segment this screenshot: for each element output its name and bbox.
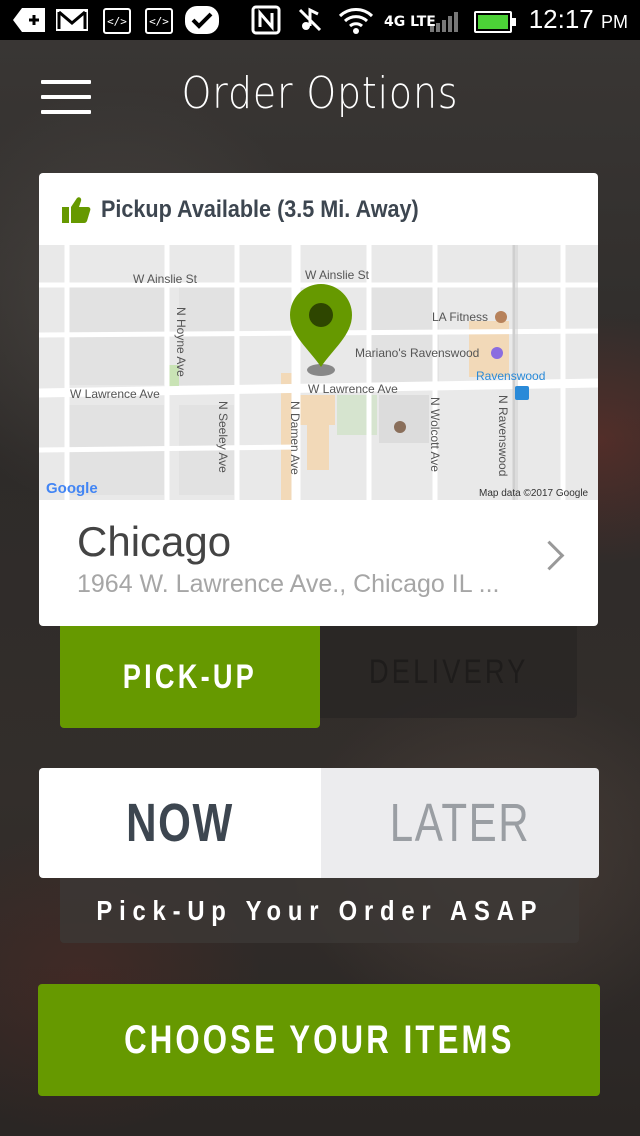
map-label-street: N Damen Ave [288, 401, 302, 475]
delivery-button[interactable]: DELIVERY [320, 626, 577, 718]
store-address[interactable]: 1964 W. Lawrence Ave., Chicago IL ... [77, 570, 499, 599]
battery-icon [474, 11, 516, 33]
timing-hint-text: Pick-Up Your Order ASAP [96, 894, 543, 926]
page-title: Order Options [181, 68, 459, 119]
clock-time: 12:17 [528, 4, 594, 34]
check-circle-icon [184, 6, 220, 34]
code-icon: </> [145, 8, 173, 34]
code-icon: </> [103, 8, 131, 34]
later-button[interactable]: LATER [321, 768, 599, 878]
pickup-label: PICK-UP [122, 657, 258, 696]
map-label-place: Mariano's Ravenswood [355, 346, 479, 360]
store-city[interactable]: Chicago [77, 518, 231, 566]
availability-text: Pickup Available (3.5 Mi. Away) [101, 196, 419, 223]
delivery-label: DELIVERY [368, 652, 529, 691]
availability-row: Pickup Available (3.5 Mi. Away) [61, 195, 454, 225]
map-label-street: N Hoyne Ave [174, 307, 188, 377]
map-label-street: W Ainslie St [133, 272, 198, 286]
google-logo: Google [46, 480, 98, 497]
map-label-street: N Seeley Ave [216, 401, 230, 473]
mute-icon [296, 6, 324, 34]
clock-ampm: PM [601, 12, 628, 32]
map-label-street: W Ainslie St [305, 268, 370, 282]
timing-hint: Pick-Up Your Order ASAP [60, 878, 579, 943]
map-label-street: W Lawrence Ave [70, 387, 160, 401]
thumbs-up-icon [62, 197, 91, 223]
nfc-icon [251, 5, 281, 35]
map-label-street: N Ravenswood [496, 395, 510, 476]
map-label-place: LA Fitness [432, 310, 488, 324]
map-label-street: N Wolcott Ave [428, 397, 442, 472]
later-label: LATER [389, 793, 531, 853]
now-button[interactable]: NOW [39, 768, 321, 878]
add-notification-icon [12, 6, 46, 34]
location-card: Pickup Available (3.5 Mi. Away) W Ainsli… [39, 173, 598, 626]
map-label-street: W Lawrence Ave [308, 382, 398, 396]
transit-icon [515, 386, 529, 400]
pickup-button[interactable]: PICK-UP [60, 626, 320, 728]
network-type-label: 4G LTE [384, 14, 436, 30]
choose-items-button[interactable]: CHOOSE YOUR ITEMS [38, 984, 600, 1096]
map-attribution: Map data ©2017 Google [479, 488, 589, 499]
clock: 12:17 PM [529, 4, 628, 35]
wifi-icon [338, 6, 374, 34]
location-map[interactable]: W Ainslie St W Ainslie St W Lawrence Ave… [39, 245, 598, 500]
now-label: NOW [126, 793, 234, 853]
chevron-right-icon[interactable] [534, 540, 565, 571]
timing-toggle: NOW LATER [39, 768, 599, 878]
map-label-station: Ravenswood [476, 369, 545, 383]
choose-items-label: CHOOSE YOUR ITEMS [123, 1017, 515, 1062]
gmail-icon [55, 6, 89, 34]
signal-icon [430, 12, 458, 32]
status-bar: </> </> 4G LTE 12:17 PM [0, 0, 640, 40]
